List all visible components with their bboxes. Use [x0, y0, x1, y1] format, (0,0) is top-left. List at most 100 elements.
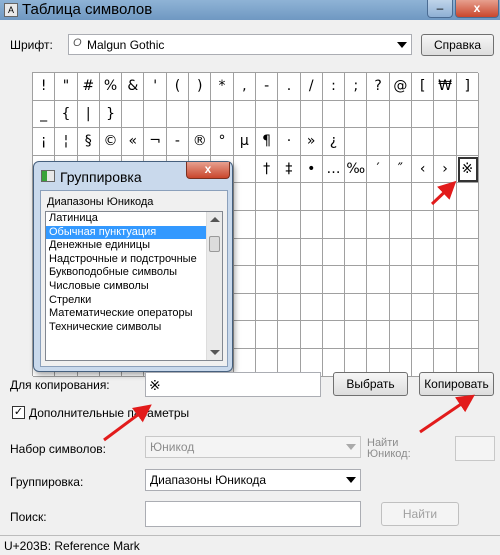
- search-input[interactable]: [145, 501, 361, 527]
- char-cell[interactable]: [345, 266, 368, 294]
- char-cell[interactable]: [300, 266, 323, 294]
- char-cell[interactable]: [233, 155, 256, 184]
- char-cell[interactable]: ‹: [412, 155, 435, 184]
- char-cell[interactable]: [: [412, 73, 435, 101]
- char-cell[interactable]: [456, 238, 479, 267]
- char-cell[interactable]: [367, 183, 390, 211]
- grouping-list-item[interactable]: Обычная пунктуация: [46, 225, 206, 240]
- char-cell[interactable]: [456, 293, 479, 322]
- char-cell[interactable]: [233, 266, 256, 294]
- char-cell[interactable]: [367, 238, 390, 267]
- char-cell[interactable]: [412, 210, 435, 239]
- char-cell[interactable]: [278, 293, 301, 322]
- char-cell[interactable]: [122, 100, 145, 129]
- char-cell[interactable]: -: [255, 73, 279, 101]
- char-cell[interactable]: &: [122, 73, 145, 101]
- char-cell[interactable]: »: [300, 128, 323, 156]
- char-cell[interactable]: [322, 293, 346, 322]
- char-cell[interactable]: [389, 266, 413, 294]
- char-cell[interactable]: !: [33, 73, 56, 101]
- char-cell[interactable]: ?: [367, 73, 390, 101]
- char-cell[interactable]: -: [166, 128, 190, 156]
- char-cell[interactable]: [255, 266, 279, 294]
- char-cell[interactable]: [434, 100, 457, 129]
- char-cell[interactable]: (: [166, 73, 190, 101]
- char-cell[interactable]: [322, 238, 346, 267]
- char-cell[interactable]: [278, 183, 301, 211]
- char-cell[interactable]: ※: [456, 155, 479, 184]
- char-cell[interactable]: [412, 100, 435, 129]
- grouping-dropdown[interactable]: Диапазоны Юникода: [145, 469, 361, 491]
- char-cell[interactable]: [389, 100, 413, 129]
- close-button[interactable]: x: [455, 0, 499, 18]
- char-cell[interactable]: [300, 100, 323, 129]
- grouping-list-item[interactable]: Математические операторы: [46, 307, 206, 321]
- char-cell[interactable]: [367, 210, 390, 239]
- char-cell[interactable]: ®: [189, 128, 212, 156]
- char-cell[interactable]: ¡: [33, 128, 56, 156]
- char-cell[interactable]: [345, 183, 368, 211]
- char-cell[interactable]: [412, 128, 435, 156]
- char-cell[interactable]: [412, 321, 435, 349]
- char-cell[interactable]: [278, 321, 301, 349]
- advanced-label[interactable]: Дополнительные параметры: [29, 406, 189, 420]
- char-cell[interactable]: [322, 100, 346, 129]
- char-cell[interactable]: ': [144, 73, 167, 101]
- char-cell[interactable]: [434, 210, 457, 239]
- char-cell[interactable]: [345, 100, 368, 129]
- grouping-list-item[interactable]: Числовые символы: [46, 280, 206, 294]
- char-cell[interactable]: [322, 321, 346, 349]
- char-cell[interactable]: [456, 183, 479, 211]
- grouping-list-item[interactable]: Стрелки: [46, 294, 206, 308]
- char-cell[interactable]: _: [33, 100, 56, 129]
- char-cell[interactable]: @: [389, 73, 413, 101]
- char-cell[interactable]: #: [77, 73, 100, 101]
- char-cell[interactable]: ©: [99, 128, 123, 156]
- scroll-up-icon[interactable]: [210, 217, 220, 222]
- scroll-down-icon[interactable]: [210, 350, 220, 355]
- char-cell[interactable]: [367, 100, 390, 129]
- char-cell[interactable]: :: [322, 73, 346, 101]
- copy-input[interactable]: ※: [145, 372, 321, 397]
- char-cell[interactable]: [434, 266, 457, 294]
- grouping-list-item[interactable]: Денежные единицы: [46, 239, 206, 253]
- char-cell[interactable]: ,: [233, 73, 256, 101]
- char-cell[interactable]: ″: [389, 155, 413, 184]
- help-button[interactable]: Справка: [421, 34, 494, 56]
- char-cell[interactable]: ·: [278, 128, 301, 156]
- char-cell[interactable]: [434, 321, 457, 349]
- grouping-list-item[interactable]: Надстрочные и подстрочные: [46, 253, 206, 267]
- char-cell[interactable]: ¶: [255, 128, 279, 156]
- char-cell[interactable]: %: [99, 73, 123, 101]
- char-cell[interactable]: [255, 210, 279, 239]
- char-cell[interactable]: .: [278, 73, 301, 101]
- char-cell[interactable]: •: [300, 155, 323, 184]
- char-cell[interactable]: [456, 128, 479, 156]
- char-cell[interactable]: [278, 210, 301, 239]
- grouping-list-item[interactable]: Технические символы: [46, 321, 206, 335]
- char-cell[interactable]: [345, 210, 368, 239]
- grouping-list-item[interactable]: Буквоподобные символы: [46, 266, 206, 280]
- char-cell[interactable]: [367, 293, 390, 322]
- char-cell[interactable]: [389, 293, 413, 322]
- char-cell[interactable]: ;: [345, 73, 368, 101]
- font-dropdown[interactable]: O Malgun Gothic: [68, 34, 412, 55]
- char-cell[interactable]: [322, 266, 346, 294]
- char-cell[interactable]: }: [99, 100, 123, 129]
- char-cell[interactable]: [345, 293, 368, 322]
- grouping-list-item[interactable]: Латиница: [46, 212, 206, 226]
- char-cell[interactable]: [389, 183, 413, 211]
- char-cell[interactable]: «: [122, 128, 145, 156]
- char-cell[interactable]: [300, 293, 323, 322]
- char-cell[interactable]: [434, 293, 457, 322]
- char-cell[interactable]: [322, 183, 346, 211]
- select-button[interactable]: Выбрать: [333, 372, 408, 396]
- char-cell[interactable]: ): [189, 73, 212, 101]
- char-cell[interactable]: [278, 100, 301, 129]
- char-cell[interactable]: [412, 293, 435, 322]
- char-cell[interactable]: [233, 183, 256, 211]
- char-cell[interactable]: …: [322, 155, 346, 184]
- grouping-list[interactable]: Латиница Обычная пунктуация Денежные едини…: [45, 211, 223, 361]
- char-cell[interactable]: [255, 293, 279, 322]
- char-cell[interactable]: [233, 210, 256, 239]
